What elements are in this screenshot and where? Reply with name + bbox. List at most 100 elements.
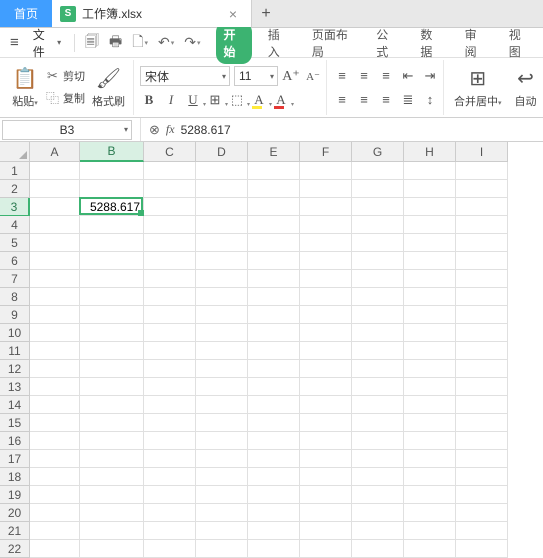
cell[interactable] [196,234,248,252]
cell[interactable] [30,270,80,288]
cell[interactable] [30,450,80,468]
cell[interactable] [352,180,404,198]
wrap-text-button[interactable]: ↩ 自动 [509,64,543,111]
cell[interactable] [30,432,80,450]
cell[interactable] [144,450,196,468]
bold-button[interactable]: B [140,91,158,109]
column-header[interactable]: H [404,142,456,162]
cell[interactable] [352,252,404,270]
cell[interactable] [352,486,404,504]
align-left-icon[interactable]: ≡ [333,91,351,109]
cell[interactable] [248,450,300,468]
cell[interactable] [80,288,144,306]
cell[interactable] [404,414,456,432]
cell[interactable] [80,450,144,468]
cell[interactable] [352,450,404,468]
row-header[interactable]: 11 [0,342,30,360]
cell[interactable] [248,378,300,396]
cell[interactable] [196,252,248,270]
menu-tab[interactable]: 开始 [216,22,252,64]
cell[interactable] [144,180,196,198]
select-all-corner[interactable] [0,142,30,162]
copy-button[interactable]: ⿻复制 [45,88,85,107]
cell[interactable] [248,324,300,342]
menu-tab[interactable]: 页面布局 [304,22,360,64]
row-header[interactable]: 7 [0,270,30,288]
cell[interactable] [300,378,352,396]
cell[interactable] [352,378,404,396]
cell[interactable] [80,522,144,540]
cell[interactable] [352,504,404,522]
cell[interactable] [196,486,248,504]
cell[interactable] [300,288,352,306]
indent-increase-icon[interactable]: ⇥ [421,67,439,85]
align-center-icon[interactable]: ≡ [355,91,373,109]
cell[interactable] [196,378,248,396]
cell[interactable] [80,270,144,288]
cell[interactable] [80,216,144,234]
cell[interactable] [196,270,248,288]
cell[interactable] [456,162,508,180]
cell[interactable] [248,432,300,450]
align-top-icon[interactable]: ≡ [333,67,351,85]
cell[interactable] [144,252,196,270]
cell[interactable] [456,180,508,198]
cell[interactable] [30,396,80,414]
app-menu-icon[interactable]: ≡ [6,34,23,51]
row-header[interactable]: 10 [0,324,30,342]
align-middle-icon[interactable]: ≡ [355,67,373,85]
cell[interactable] [456,432,508,450]
cell[interactable] [80,504,144,522]
cell[interactable] [196,396,248,414]
cell[interactable] [300,342,352,360]
cell[interactable] [248,360,300,378]
cell[interactable] [248,342,300,360]
cell[interactable] [248,486,300,504]
cell[interactable] [30,162,80,180]
cell[interactable] [300,540,352,558]
cell[interactable] [352,540,404,558]
row-header[interactable]: 8 [0,288,30,306]
cell[interactable] [30,198,80,216]
cell[interactable] [456,252,508,270]
border-button[interactable]: ⊞▾ [206,91,224,109]
cancel-formula-icon[interactable]: ⊗ [149,122,160,138]
cell[interactable] [300,468,352,486]
cell[interactable] [144,270,196,288]
menu-tab[interactable]: 插入 [260,22,296,64]
cell[interactable] [456,378,508,396]
cell[interactable] [352,162,404,180]
cell[interactable] [144,288,196,306]
cell[interactable] [404,234,456,252]
cell[interactable] [196,162,248,180]
cell[interactable] [352,468,404,486]
menu-tab[interactable]: 公式 [368,22,404,64]
column-header[interactable]: I [456,142,508,162]
cell[interactable] [30,306,80,324]
cell[interactable] [30,234,80,252]
cell[interactable] [30,522,80,540]
row-header[interactable]: 14 [0,396,30,414]
cell[interactable] [248,504,300,522]
cell[interactable] [144,504,196,522]
cell[interactable] [30,360,80,378]
cell[interactable] [404,522,456,540]
cell[interactable] [456,270,508,288]
align-bottom-icon[interactable]: ≡ [377,67,395,85]
cell[interactable] [80,342,144,360]
print-icon[interactable]: 🖶 [106,31,125,55]
cell[interactable] [456,198,508,216]
cell[interactable] [404,324,456,342]
cell[interactable] [248,396,300,414]
cell[interactable] [80,540,144,558]
cell[interactable] [352,324,404,342]
cell[interactable] [30,414,80,432]
cell[interactable] [456,216,508,234]
cell[interactable] [352,414,404,432]
cell[interactable] [196,288,248,306]
cell[interactable] [80,306,144,324]
cell[interactable] [144,342,196,360]
cell[interactable] [456,342,508,360]
cell[interactable] [456,324,508,342]
row-header[interactable]: 3 [0,198,30,216]
